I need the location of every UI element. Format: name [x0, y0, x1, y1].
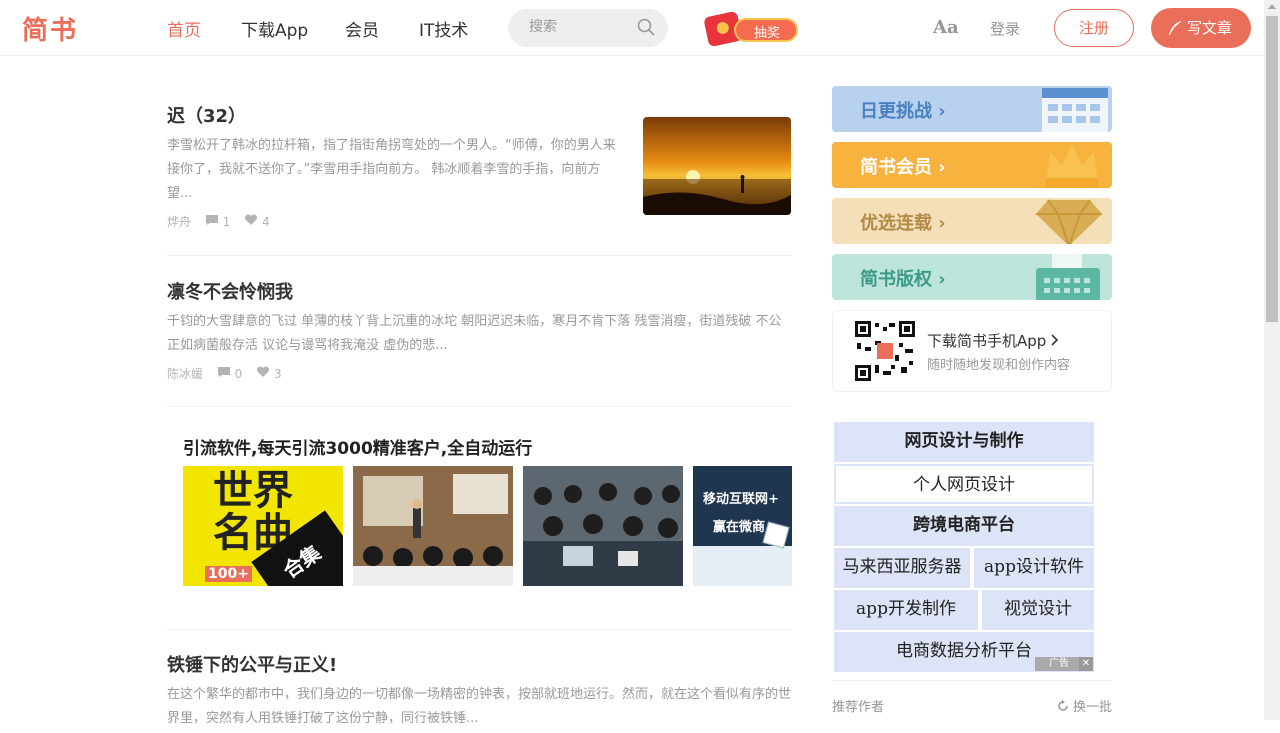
- app-download-title[interactable]: 下载简书手机App: [927, 330, 1046, 351]
- refresh-button[interactable]: 换一批: [1057, 696, 1112, 715]
- heart-icon: [257, 366, 270, 377]
- recommend-title: 推荐作者: [832, 700, 885, 715]
- banner-label: 简书会员 ›: [860, 157, 946, 178]
- app-download-box[interactable]: 下载简书手机App 随时随地发现和创作内容: [832, 310, 1112, 392]
- article-author[interactable]: 陈冰媛: [167, 367, 203, 381]
- article-item: 铁锤下的公平与正义! 在这个繁华的都市中，我们身边的一切都像一场精密的钟表，按部…: [167, 653, 792, 733]
- comment-count: 0: [234, 367, 243, 381]
- ad-link[interactable]: 跨境电商平台: [834, 506, 1094, 546]
- write-article-button[interactable]: 写文章: [1151, 8, 1251, 48]
- search-icon[interactable]: [637, 18, 655, 36]
- comment-icon: [205, 215, 218, 225]
- article-thumbnail[interactable]: [643, 117, 791, 215]
- article-meta: 陈冰媛 0 3: [167, 364, 792, 384]
- typewriter-icon: [1036, 254, 1100, 300]
- comment-icon: [217, 367, 230, 377]
- chevron-right-icon: [1051, 334, 1059, 346]
- article-author[interactable]: 烨舟: [167, 215, 191, 229]
- article-abstract[interactable]: 千钧的大雪肆意的飞过 单薄的枝丫背上沉重的冰坨 朝阳迟迟未临，寒月不肯下落 残雪…: [167, 310, 792, 358]
- ad-link[interactable]: app设计软件: [974, 548, 1094, 588]
- crown-icon: [1046, 144, 1098, 188]
- banner-copyright[interactable]: 简书版权 ›: [832, 254, 1112, 300]
- ad-img4-line1: 移动互联网+: [703, 492, 779, 507]
- ad-link[interactable]: 马来西亚服务器: [834, 548, 970, 588]
- lottery-button[interactable]: 抽奖: [703, 10, 798, 48]
- banner-membership[interactable]: 简书会员 ›: [832, 142, 1112, 188]
- like-count: 3: [273, 367, 282, 381]
- nav-home[interactable]: 首页: [167, 16, 201, 41]
- calendar-icon: [1042, 88, 1108, 132]
- app-download-subtitle: 随时随地发现和创作内容: [927, 358, 1071, 373]
- recommend-authors-header: 推荐作者 换一批: [832, 680, 1112, 715]
- like-count: 4: [261, 215, 270, 229]
- nav-download-app[interactable]: 下载App: [241, 16, 308, 41]
- refresh-icon: [1058, 700, 1068, 711]
- ad-label: 广告: [1049, 658, 1069, 669]
- page-scrollbar[interactable]: [1264, 0, 1280, 720]
- ad-img1-line1: 世界: [213, 468, 293, 514]
- banner-label: 日更挑战 ›: [860, 101, 946, 122]
- article-item: 凛冬不会怜悯我 千钧的大雪肆意的飞过 单薄的枝丫背上沉重的冰坨 朝阳迟迟未临，寒…: [167, 280, 792, 407]
- top-navbar: 简书 首页 下载App 会员 IT技术 抽奖 Aa 登录 注册 写文章: [0, 0, 1264, 56]
- article-meta: 烨舟 1 4: [167, 212, 792, 232]
- ad-image-mobile[interactable]: 移动互联网+ 赢在微商: [693, 466, 792, 586]
- search-input[interactable]: [529, 19, 639, 35]
- diamond-icon: [1036, 199, 1102, 244]
- ad-img1-count: 100+: [205, 566, 252, 582]
- write-article-label: 写文章: [1187, 19, 1233, 37]
- article-abstract[interactable]: 李雪松开了韩冰的拉杆箱，指了指街角拐弯处的一个男人。“师傅，你的男人来接你了，我…: [167, 134, 619, 206]
- qr-code-icon: [855, 321, 915, 381]
- comment-count: 1: [222, 215, 231, 229]
- banner-daily-challenge[interactable]: 日更挑战 ›: [832, 86, 1112, 132]
- lottery-label: 抽奖: [754, 26, 781, 41]
- banner-serials[interactable]: 优选连载 ›: [832, 198, 1112, 244]
- nav-it-tech[interactable]: IT技术: [419, 16, 468, 41]
- refresh-label: 换一批: [1072, 700, 1112, 715]
- ad-link[interactable]: 视觉设计: [982, 590, 1094, 630]
- article-title[interactable]: 铁锤下的公平与正义!: [167, 653, 792, 679]
- ad-image-seminar[interactable]: [353, 466, 513, 586]
- ad-image-music[interactable]: 世界 名曲 合集 100+: [183, 466, 343, 586]
- ad-img4-line2: 赢在微商: [713, 520, 766, 535]
- register-button[interactable]: 注册: [1054, 9, 1134, 47]
- nav-membership[interactable]: 会员: [345, 16, 379, 41]
- ad-label-badge[interactable]: 广告 ✕: [1035, 657, 1093, 671]
- banner-label: 优选连载 ›: [860, 213, 946, 234]
- scrollbar-thumb[interactable]: [1266, 16, 1278, 322]
- ad-link[interactable]: 网页设计与制作: [834, 422, 1094, 462]
- article-abstract[interactable]: 在这个繁华的都市中，我们身边的一切都像一场精密的钟表，按部就班地运行。然而，就在…: [167, 683, 792, 731]
- logo[interactable]: 简书: [22, 10, 78, 47]
- ad-image-crowd[interactable]: [523, 466, 683, 586]
- font-size-toggle[interactable]: Aa: [933, 17, 959, 38]
- ad-link[interactable]: app开发制作: [834, 590, 978, 630]
- search-box[interactable]: [508, 9, 668, 47]
- ad-link[interactable]: 个人网页设计: [834, 464, 1094, 504]
- ad-title[interactable]: 引流软件,每天引流3000精准客户,全自动运行: [183, 434, 532, 459]
- login-link[interactable]: 登录: [990, 18, 1020, 39]
- banner-label: 简书版权 ›: [860, 269, 946, 290]
- scroll-up-arrow-icon[interactable]: [1268, 4, 1276, 9]
- feather-pen-icon: [1169, 21, 1182, 35]
- heart-icon: [245, 214, 258, 225]
- close-icon[interactable]: ✕: [1079, 657, 1093, 671]
- article-title[interactable]: 凛冬不会怜悯我: [167, 280, 792, 306]
